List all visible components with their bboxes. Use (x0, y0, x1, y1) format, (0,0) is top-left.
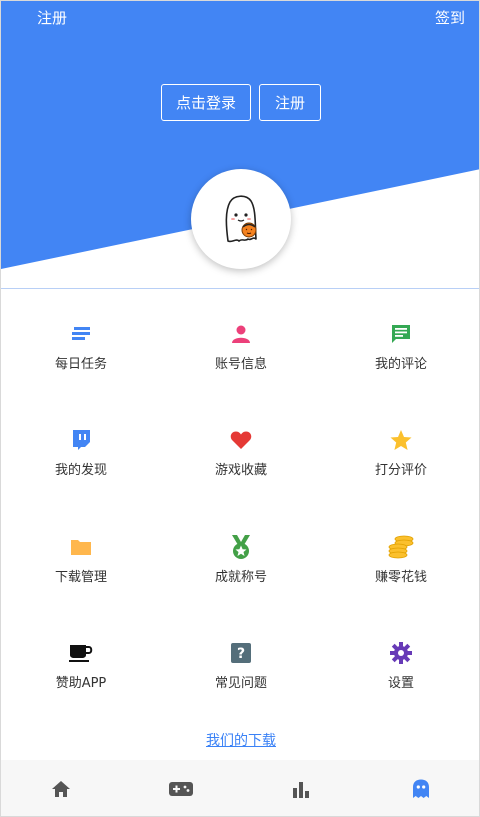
grid-item-label: 游戏收藏 (214, 463, 267, 478)
ghost-icon (413, 779, 429, 798)
profile-header: 注册 签到 点击登录 注册 (1, 1, 479, 291)
svg-text:?: ? (237, 646, 245, 662)
coffee-cup-icon (68, 640, 94, 666)
grid-item-label: 我的发现 (54, 463, 107, 478)
app-frame: 注册 签到 点击登录 注册 每日任务 账号信息 我的评论 我的发现 游戏收藏 打… (0, 0, 480, 817)
grid-item-label: 成就称号 (214, 570, 267, 585)
tab-charts[interactable] (241, 760, 361, 816)
grid-item-label: 设置 (387, 676, 414, 691)
grid-item-label: 赚零花钱 (374, 570, 427, 585)
register-button[interactable]: 注册 (259, 84, 321, 121)
comment-icon (388, 321, 414, 347)
bottom-tab-bar (1, 760, 479, 816)
grid-item-sponsor[interactable]: 赞助APP (1, 620, 161, 700)
login-button[interactable]: 点击登录 (161, 84, 251, 121)
home-icon (52, 781, 70, 797)
grid-item-download-manager[interactable]: 下载管理 (1, 514, 161, 594)
grid-item-faq[interactable]: ? 常见问题 (161, 620, 321, 700)
grid-item-label: 打分评价 (374, 463, 427, 478)
grid-item-label: 下载管理 (54, 570, 107, 585)
grid-item-label: 每日任务 (54, 357, 107, 372)
avatar[interactable] (191, 169, 291, 269)
grid-item-achievements[interactable]: 成就称号 (161, 514, 321, 594)
grid-item-label: 赞助APP (55, 676, 107, 691)
ghost-avatar-icon (225, 195, 257, 243)
tab-games[interactable] (121, 760, 241, 816)
folder-icon (68, 534, 94, 560)
help-box-icon: ? (228, 640, 254, 666)
grid-item-my-comments[interactable]: 我的评论 (321, 301, 479, 381)
register-link[interactable]: 注册 (37, 7, 67, 28)
grid-item-daily-tasks[interactable]: 每日任务 (1, 301, 161, 381)
bar-chart-icon (293, 782, 309, 798)
grid-item-label: 我的评论 (374, 357, 427, 372)
medal-icon (228, 534, 254, 560)
coins-icon (388, 534, 414, 560)
grid-item-game-favorites[interactable]: 游戏收藏 (161, 407, 321, 487)
grid-item-earn-money[interactable]: 赚零花钱 (321, 514, 479, 594)
grid-item-rating[interactable]: 打分评价 (321, 407, 479, 487)
grid-item-label: 常见问题 (214, 676, 267, 691)
twitch-icon (68, 427, 94, 453)
person-icon (228, 321, 254, 347)
list-lines-icon (68, 321, 94, 347)
gear-icon (388, 640, 414, 666)
grid-item-account-info[interactable]: 账号信息 (161, 301, 321, 381)
section-divider (1, 288, 479, 289)
star-icon (388, 427, 414, 453)
our-downloads-link[interactable]: 我们的下载 (1, 730, 479, 750)
checkin-link[interactable]: 签到 (435, 7, 465, 28)
grid-item-settings[interactable]: 设置 (321, 620, 479, 700)
tab-profile[interactable] (361, 760, 479, 816)
heart-icon (228, 427, 254, 453)
grid-item-my-discovery[interactable]: 我的发现 (1, 407, 161, 487)
tab-home[interactable] (1, 760, 121, 816)
grid-item-label: 账号信息 (214, 357, 267, 372)
gamepad-icon (169, 782, 193, 796)
